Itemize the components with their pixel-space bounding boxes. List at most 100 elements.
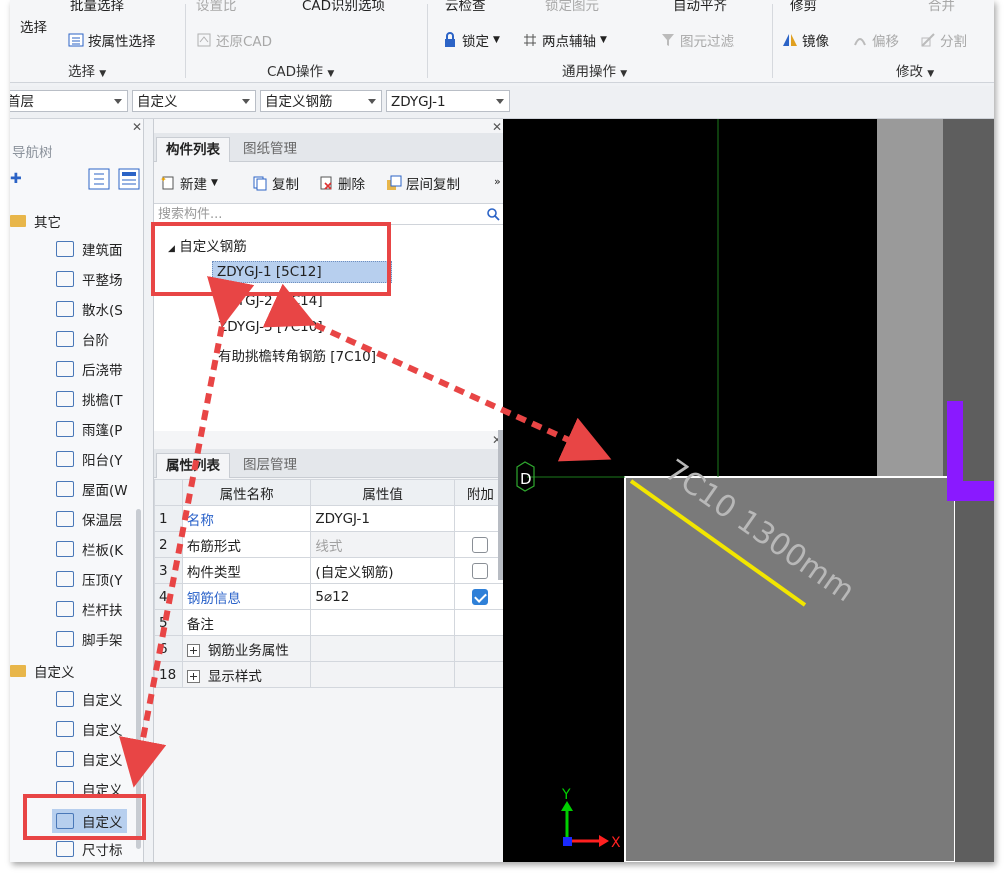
nav-item[interactable]: 自定义	[56, 749, 123, 769]
mirror-button[interactable]: 镜像	[782, 30, 829, 50]
drawing-canvas[interactable]: D 7C10 1300mm Y X	[503, 119, 994, 862]
tab-component-list[interactable]: 构件列表	[156, 137, 230, 162]
group-label-modify[interactable]: 修改 ▼	[896, 60, 934, 80]
nav-item[interactable]: 栏板(K	[56, 539, 123, 559]
nav-item-label: 栏板(K	[82, 543, 124, 559]
tree-item[interactable]: ZDYGJ-3 [7C10]	[218, 319, 323, 335]
split-button[interactable]: 分割	[920, 30, 967, 50]
cad-options-label: CAD识别选项	[302, 0, 386, 14]
batch-select-button[interactable]: 批量选择	[70, 0, 124, 14]
nav-item[interactable]: 散水(S	[56, 299, 123, 319]
property-row-display[interactable]: 18 显示样式	[154, 661, 508, 688]
nav-item[interactable]: 雨篷(P	[56, 419, 122, 439]
trim-button[interactable]: 修剪	[790, 0, 817, 14]
tab-property-list[interactable]: 属性列表	[156, 453, 230, 478]
copy-button[interactable]: 复制	[252, 173, 299, 193]
prop-value-input[interactable]: 5⌀12	[310, 583, 455, 610]
tree-item[interactable]: 有助挑檐转角钢筋 [7C10]	[218, 345, 376, 365]
nav-item[interactable]: 压顶(Y	[56, 569, 123, 589]
prop-name-group[interactable]: 显示样式	[181, 661, 312, 688]
other-element-icon	[56, 331, 74, 347]
nav-item[interactable]: 脚手架	[56, 629, 123, 649]
two-point-axis-dropdown[interactable]: 两点辅轴 ▼	[522, 30, 607, 50]
list-view-icon[interactable]	[118, 168, 140, 190]
select-by-property-button[interactable]: 按属性选择	[68, 30, 156, 50]
nav-item[interactable]: 自定义	[56, 689, 123, 709]
cad-options-button[interactable]: CAD识别选项	[302, 0, 385, 14]
new-dropdown[interactable]: ✦ 新建 ▼	[160, 173, 218, 193]
chevron-down-icon: ▼	[211, 178, 218, 188]
prop-value-input[interactable]	[310, 609, 455, 636]
expand-plus-icon[interactable]	[186, 670, 200, 683]
type-select[interactable]: 自定义钢筋	[260, 90, 382, 112]
expand-plus-icon[interactable]	[186, 644, 200, 657]
floor-copy-button[interactable]: 层间复制	[386, 173, 460, 193]
lock-icon	[445, 32, 455, 47]
cloud-check-button[interactable]: 云检查	[445, 0, 486, 14]
nav-item[interactable]: 建筑面	[56, 239, 123, 259]
nav-item[interactable]: 屋面(W	[56, 479, 128, 499]
close-icon[interactable]: ✕	[132, 120, 142, 134]
category-select[interactable]: 自定义	[132, 90, 256, 112]
element-filter-button[interactable]: 图元过滤	[660, 30, 734, 50]
nav-item[interactable]: 台阶	[56, 329, 109, 349]
set-ratio-button[interactable]: 设置比	[196, 0, 237, 14]
search-icon[interactable]	[487, 208, 500, 221]
property-row-remark[interactable]: 5 备注	[154, 609, 508, 636]
prop-value-input[interactable]: ZDYGJ-1	[310, 505, 455, 532]
category-select-value: 自定义	[137, 94, 178, 110]
nav-item[interactable]: 保温层	[56, 509, 123, 529]
restore-cad-button[interactable]: 还原CAD	[196, 30, 272, 50]
floor-select[interactable]: 首层	[10, 90, 128, 112]
splitter-handle[interactable]	[498, 430, 503, 580]
tab-layer-management[interactable]: 图层管理	[234, 453, 306, 477]
nav-group-custom[interactable]: 自定义	[10, 661, 75, 681]
lock-element-button[interactable]: 锁定图元	[545, 0, 599, 14]
property-row-layout[interactable]: 2 布筋形式 线式	[154, 531, 508, 558]
tree-view-icon[interactable]	[88, 168, 110, 190]
tab-drawing-management[interactable]: 图纸管理	[234, 137, 306, 161]
group-label-select[interactable]: 选择 ▼	[68, 60, 106, 80]
group-label-cad-text: CAD操作	[267, 64, 324, 80]
mirror-label: 镜像	[802, 34, 829, 50]
ribbon: 批量选择 设置比 CAD识别选项 云检查 锁定图元 自动平齐 修剪 合并 选择 …	[10, 0, 994, 83]
extra-checkbox[interactable]	[472, 536, 489, 553]
nav-item[interactable]: 平整场	[56, 269, 123, 289]
extra-checkbox-checked[interactable]	[472, 588, 489, 605]
highlight-box-nav-item	[23, 794, 146, 840]
extra-checkbox[interactable]	[472, 562, 489, 579]
nav-group-other[interactable]: 其它	[10, 211, 61, 231]
lock-dropdown[interactable]: 锁定 ▼	[442, 30, 500, 50]
delete-button[interactable]: 删除	[318, 173, 365, 193]
offset-button[interactable]: 偏移	[852, 30, 899, 50]
property-row-business[interactable]: 6 钢筋业务属性	[154, 635, 508, 662]
overflow-icon[interactable]: »	[494, 175, 501, 188]
other-element-icon	[56, 481, 74, 497]
axis-label: D	[520, 470, 532, 488]
nav-item[interactable]: 后浇带	[56, 359, 123, 379]
prop-name: 备注	[181, 609, 312, 636]
nav-item[interactable]: 尺寸标	[56, 839, 123, 859]
group-label-general[interactable]: 通用操作 ▼	[562, 60, 627, 80]
prop-extra	[453, 583, 508, 610]
close-icon[interactable]: ✕	[492, 120, 502, 134]
nav-item[interactable]: 挑檐(T	[56, 389, 123, 409]
nav-item[interactable]: 栏杆扶	[56, 599, 123, 619]
group-label-cad[interactable]: CAD操作 ▼	[267, 60, 334, 80]
nav-item[interactable]: 自定义	[56, 719, 123, 739]
nav-group-other-label: 其它	[34, 215, 61, 231]
header-prop-value: 属性值	[310, 479, 455, 506]
select-button[interactable]: 选择	[20, 16, 47, 36]
auto-align-button[interactable]: 自动平齐	[673, 0, 727, 14]
add-icon[interactable]: ✚	[10, 171, 22, 187]
nav-item[interactable]: 阳台(Y	[56, 449, 123, 469]
prop-extra	[453, 635, 508, 662]
prop-name-group[interactable]: 钢筋业务属性	[181, 635, 312, 662]
property-row-name[interactable]: 1 名称 ZDYGJ-1	[154, 505, 508, 532]
merge-button[interactable]: 合并	[928, 0, 955, 14]
property-row-rebar[interactable]: 4 钢筋信息 5⌀12	[154, 583, 508, 610]
component-select[interactable]: ZDYGJ-1	[386, 90, 510, 112]
property-row-type[interactable]: 3 构件类型 (自定义钢筋)	[154, 557, 508, 584]
nav-item-label: 尺寸标	[82, 843, 123, 859]
prop-value: 线式	[310, 531, 455, 558]
